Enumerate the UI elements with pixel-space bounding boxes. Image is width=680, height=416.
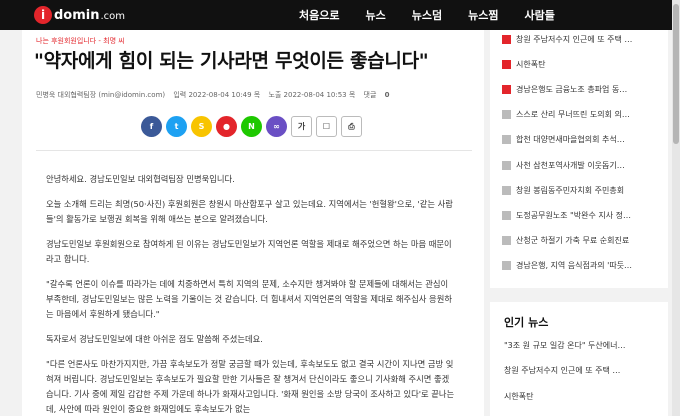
ranking-item[interactable]: 창원 주남저수지 인근에 또 주택 …	[502, 31, 662, 47]
nav-news[interactable]: 뉴스	[365, 7, 385, 23]
rank-number-badge	[502, 210, 511, 220]
ranking-item[interactable]: 합천 대양면새마을협의회 추석…	[502, 132, 662, 148]
article-paragraph: "다른 언론사도 마찬가지지만, 가끔 후속보도가 정말 궁금할 때가 있는데,…	[46, 359, 455, 414]
ranking-item-title: 사천 삼천포역사개발 이웃돕기…	[516, 160, 625, 170]
article-meta: 민병욱 대외협력팀장 (min@idomin.com) 입력 2022-08-0…	[36, 90, 476, 100]
ranking-item-title: 시한폭탄	[516, 59, 546, 69]
article-paragraph: 안녕하세요. 경남도민일보 대외협력팀장 민병욱입니다.	[46, 174, 235, 184]
font-size-icon[interactable]: 가	[291, 116, 312, 137]
divider	[36, 150, 472, 151]
published-time: 입력 2022-08-04 10:49 목	[173, 91, 261, 99]
ranking-item-title: 도정공무원노조 "박완수 지사 정…	[516, 210, 631, 220]
logo-suffix: .com	[100, 11, 126, 22]
ranking-item-title: 산청군 하절기 가축 무료 순회진료	[516, 236, 630, 246]
nav-home[interactable]: 처음으로	[299, 7, 339, 23]
popular-news-item[interactable]: "3조 원 규모 일감 온다" 두산에너…	[504, 340, 662, 351]
article-paragraph: 독자로서 경남도민일보에 대한 아쉬운 점도 말씀해 주셨는데요.	[46, 334, 263, 344]
rank-number-badge	[502, 185, 511, 195]
nav-people[interactable]: 사람들	[524, 7, 554, 23]
rank-number-badge	[502, 135, 511, 145]
ranking-item-title: 경남은행도 금융노조 총파업 동…	[516, 84, 628, 94]
comments-link[interactable]: 댓글 0	[364, 90, 390, 100]
popular-news-title: 인기 뉴스	[504, 316, 549, 329]
nav-newsdeom[interactable]: 뉴스덤	[412, 7, 442, 23]
ranking-item[interactable]: 창원 봉림동주민자치회 주민총회	[502, 182, 662, 198]
ranking-list: 창원 주남저수지 인근에 또 주택 … 시한폭탄경남은행도 금융노조 총파업 동……	[490, 30, 668, 288]
popular-news-item[interactable]: 시한폭탄	[504, 391, 662, 402]
article-paragraph: 오늘 소개해 드리는 최명(50·사진) 후원회원은 창원시 마산합포구 살고 …	[46, 199, 453, 224]
kakaostory-share-icon[interactable]: S	[191, 116, 212, 137]
comments-label: 댓글	[363, 91, 377, 99]
article-kicker[interactable]: 나는 후원회원입니다 - 최명 씨	[36, 36, 125, 46]
rank-number-badge	[502, 236, 511, 246]
article-paragraph: "갈수록 언론이 이슈를 따라가는 데에 치중하면서 특히 지역의 문제, 소수…	[46, 279, 452, 319]
ranking-item-title: 경남은행, 지역 음식점과의 '따듯…	[516, 261, 633, 271]
ranking-item[interactable]: 산청군 하절기 가축 무료 순회진료	[502, 233, 662, 249]
ranking-item[interactable]: 사천 삼천포역사개발 이웃돕기…	[502, 157, 662, 173]
ranking-item-title: 스스로 산리 무너뜨린 도의회 의…	[516, 110, 630, 120]
ranking-item-title: 합천 대양면새마을협의회 추석…	[516, 135, 625, 145]
site-logo[interactable]: i domin .com	[34, 6, 125, 24]
rank-number-badge	[502, 59, 511, 69]
nav-newszzim[interactable]: 뉴스찜	[468, 7, 498, 23]
twitter-share-icon[interactable]: t	[166, 116, 187, 137]
rank-number-badge	[502, 34, 511, 44]
sidebar: 창원 주남저수지 인근에 또 주택 … 시한폭탄 경남은행도 금융노조 총파업 동……	[490, 30, 668, 416]
article-body: 안녕하세요. 경남도민일보 대외협력팀장 민병욱입니다. 오늘 소개해 드리는 …	[46, 172, 456, 416]
scrollbar-thumb[interactable]	[673, 4, 679, 144]
ranking-item[interactable]: 경남은행, 지역 음식점과의 '따듯…	[502, 258, 662, 274]
popular-news-box: 인기 뉴스 "3조 원 규모 일감 온다" 두산에너… 창원 주남저수지 인근에…	[490, 302, 668, 416]
ranking-item[interactable]: 경남은행도 금융노조 총파업 동…	[502, 81, 662, 97]
article-paragraph: 경남도민일보 후원회원으로 참여하게 된 이유는 경남도민일보가 지역언론 역할…	[46, 239, 452, 264]
ranking-item-title: 창원 주남저수지 인근에 또 주택 …	[516, 34, 633, 44]
updated-time: 노출 2022-08-04 10:53 목	[268, 91, 356, 99]
logo-mark-icon: i	[34, 6, 52, 24]
ranking-item-title: 창원 봉림동주민자치회 주민총회	[516, 185, 625, 195]
comments-count: 0	[384, 91, 390, 99]
rank-number-badge	[502, 110, 511, 120]
bookmark-icon[interactable]: ☐	[316, 116, 337, 137]
ranking-item[interactable]: 도정공무원노조 "박완수 지사 정…	[502, 207, 662, 223]
share-toolbar: f t S ● N ∞ 가 ☐ ⎙	[141, 116, 366, 137]
rank-number-badge	[502, 261, 511, 271]
main-nav: 처음으로 뉴스 뉴스덤 뉴스찜 사람들	[299, 0, 581, 30]
naver-share-icon[interactable]: N	[241, 116, 262, 137]
ranking-item[interactable]: 시한폭탄	[502, 56, 662, 72]
top-navigation-bar: i domin .com 처음으로 뉴스 뉴스덤 뉴스찜 사람들	[0, 0, 680, 30]
logo-text: domin	[54, 7, 100, 23]
article-headline: "약자에게 힘이 되는 기사라면 무엇이든 좋습니다"	[34, 50, 429, 72]
link-share-icon[interactable]: ∞	[266, 116, 287, 137]
ranking-item[interactable]: 스스로 산리 무너뜨린 도의회 의…	[502, 107, 662, 123]
kakaotalk-share-icon[interactable]: ●	[216, 116, 237, 137]
article-panel: 나는 후원회원입니다 - 최명 씨 "약자에게 힘이 되는 기사라면 무엇이든 …	[22, 30, 484, 416]
author-byline[interactable]: 민병욱 대외협력팀장 (min@idomin.com)	[36, 90, 165, 100]
rank-number-badge	[502, 160, 511, 170]
print-icon[interactable]: ⎙	[341, 116, 362, 137]
facebook-share-icon[interactable]: f	[141, 116, 162, 137]
rank-number-badge	[502, 84, 511, 94]
popular-news-item[interactable]: 창원 주남저수지 인근에 또 주택 …	[504, 365, 662, 376]
